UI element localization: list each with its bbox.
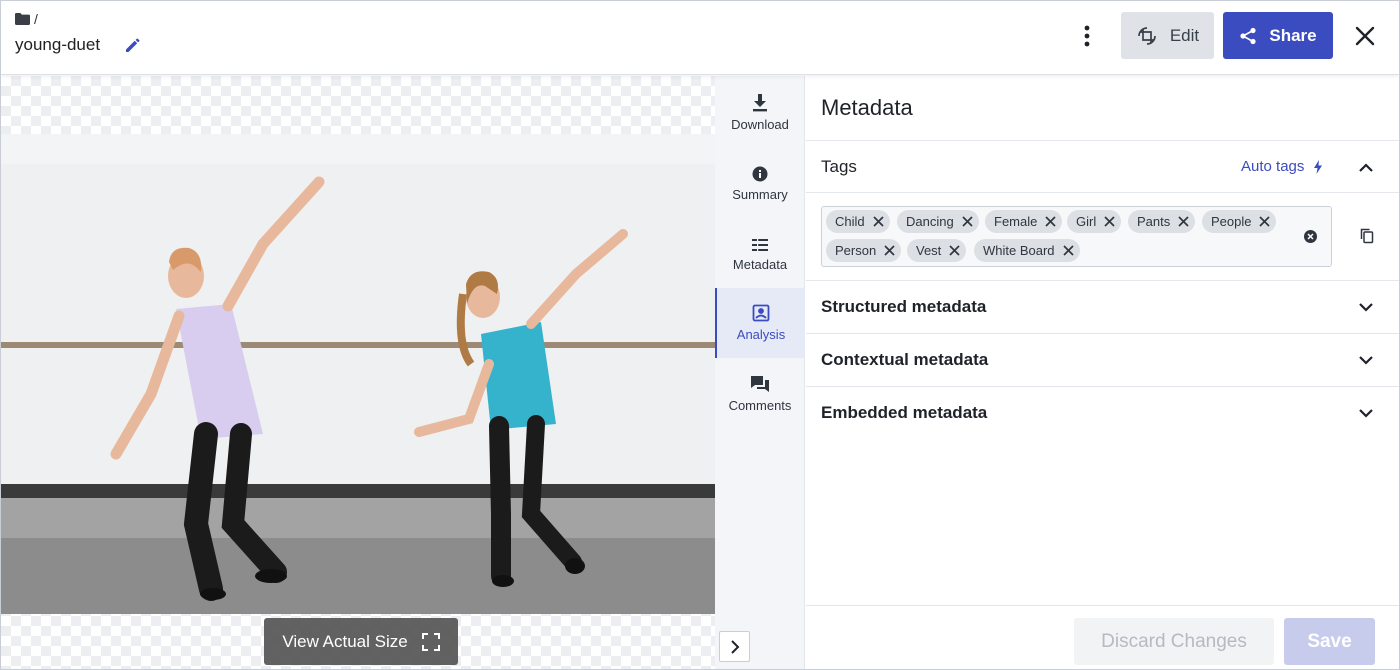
pencil-icon[interactable] xyxy=(123,35,143,55)
tag-label: Child xyxy=(835,214,865,229)
remove-tag-icon[interactable] xyxy=(884,245,895,256)
view-actual-size-label: View Actual Size xyxy=(282,631,408,651)
tag-label: Person xyxy=(835,243,877,258)
breadcrumb[interactable]: / xyxy=(15,11,38,27)
chevron-down-icon xyxy=(1357,404,1375,422)
header: / young-duet Edit Share xyxy=(1,1,1399,75)
tag-chip[interactable]: Female xyxy=(985,210,1063,233)
asset-detail-window: / young-duet Edit Share View Actual Size… xyxy=(0,0,1400,670)
asset-name: young-duet xyxy=(15,35,101,54)
tab-metadata-label: Metadata xyxy=(732,257,788,272)
chevron-down-icon xyxy=(1357,351,1375,369)
tab-download[interactable]: Download xyxy=(715,78,805,148)
chevron-right-icon xyxy=(730,639,739,654)
tag-label: Pants xyxy=(1137,214,1171,229)
chevron-up-icon[interactable] xyxy=(1357,158,1375,176)
tab-summary[interactable]: Summary xyxy=(715,149,805,219)
tag-label: Dancing xyxy=(906,214,954,229)
share-icon xyxy=(1240,27,1256,44)
section-label: Contextual metadata xyxy=(821,350,989,369)
tab-comments[interactable]: Comments xyxy=(715,359,805,429)
remove-tag-icon[interactable] xyxy=(1104,216,1115,227)
tab-analysis-label: Analysis xyxy=(736,327,786,342)
embedded-metadata-section[interactable]: Embedded metadata xyxy=(806,386,1399,439)
tab-metadata[interactable]: Metadata xyxy=(715,220,805,290)
auto-tags-button[interactable]: Auto tags xyxy=(1241,158,1323,175)
analysis-icon xyxy=(752,304,770,322)
contextual-metadata-section[interactable]: Contextual metadata xyxy=(806,333,1399,386)
auto-tags-label: Auto tags xyxy=(1241,158,1305,175)
tag-chip[interactable]: Child xyxy=(826,210,890,233)
side-tab-rail: Download Summary Metadata Analysis Comme… xyxy=(715,76,805,669)
edit-button-label: Edit xyxy=(1169,25,1200,45)
view-actual-size-button[interactable]: View Actual Size xyxy=(264,618,458,665)
panel-footer: Discard Changes Save xyxy=(806,605,1399,669)
tag-label: White Board xyxy=(983,243,1055,258)
tags-input[interactable]: Child Dancing Female Girl Pants People P… xyxy=(821,206,1332,267)
crop-rotate-icon xyxy=(1137,26,1156,45)
tab-analysis[interactable]: Analysis xyxy=(715,288,805,358)
remove-tag-icon[interactable] xyxy=(949,245,960,256)
share-button-label: Share xyxy=(1269,25,1317,45)
tag-chip[interactable]: People xyxy=(1202,210,1277,233)
edit-button[interactable]: Edit xyxy=(1121,12,1214,59)
remove-tag-icon[interactable] xyxy=(873,216,884,227)
copy-icon[interactable] xyxy=(1360,228,1374,244)
image-viewer: View Actual Size xyxy=(1,76,715,669)
fullscreen-icon xyxy=(421,632,440,651)
metadata-panel: Metadata Tags Auto tags Child Dancing Fe… xyxy=(806,76,1399,669)
chevron-down-icon xyxy=(1357,298,1375,316)
remove-tag-icon[interactable] xyxy=(1062,245,1074,256)
tag-label: Vest xyxy=(916,243,942,258)
more-options-icon[interactable] xyxy=(1075,23,1099,49)
tags-label: Tags xyxy=(821,157,857,176)
asset-photo xyxy=(1,134,715,614)
remove-tag-icon[interactable] xyxy=(962,216,973,227)
clear-tags-icon[interactable] xyxy=(1304,230,1317,243)
tab-comments-label: Comments xyxy=(728,397,792,413)
folder-icon xyxy=(15,13,30,25)
breadcrumb-separator: / xyxy=(34,11,38,27)
tag-chip[interactable]: Pants xyxy=(1128,210,1196,233)
discard-changes-button[interactable]: Discard Changes xyxy=(1074,618,1274,665)
tag-chip[interactable]: Dancing xyxy=(897,210,979,233)
tag-chip[interactable]: Girl xyxy=(1067,210,1122,233)
list-icon xyxy=(752,238,768,252)
structured-metadata-section[interactable]: Structured metadata xyxy=(806,280,1399,333)
comments-icon xyxy=(751,375,769,392)
tab-download-label: Download xyxy=(731,117,789,132)
tab-summary-label: Summary xyxy=(732,187,788,202)
info-icon xyxy=(752,166,768,182)
close-icon[interactable] xyxy=(1351,22,1379,50)
remove-tag-icon[interactable] xyxy=(1045,216,1056,227)
panel-title: Metadata xyxy=(821,95,913,120)
tag-label: Girl xyxy=(1076,214,1097,229)
share-button[interactable]: Share xyxy=(1223,12,1333,59)
tag-chip[interactable]: Vest xyxy=(907,239,967,262)
remove-tag-icon[interactable] xyxy=(1178,216,1189,227)
tag-label: Female xyxy=(994,214,1038,229)
save-button[interactable]: Save xyxy=(1284,618,1375,665)
collapse-panel-button[interactable] xyxy=(719,631,750,662)
section-label: Structured metadata xyxy=(821,297,987,316)
tag-chip[interactable]: White Board xyxy=(974,239,1080,262)
download-icon xyxy=(753,94,767,112)
remove-tag-icon[interactable] xyxy=(1259,216,1271,227)
tag-label: People xyxy=(1211,214,1252,229)
lightning-icon xyxy=(1314,159,1323,174)
tag-chip[interactable]: Person xyxy=(826,239,902,262)
tags-section-header: Tags Auto tags xyxy=(806,140,1399,193)
section-label: Embedded metadata xyxy=(821,403,988,422)
